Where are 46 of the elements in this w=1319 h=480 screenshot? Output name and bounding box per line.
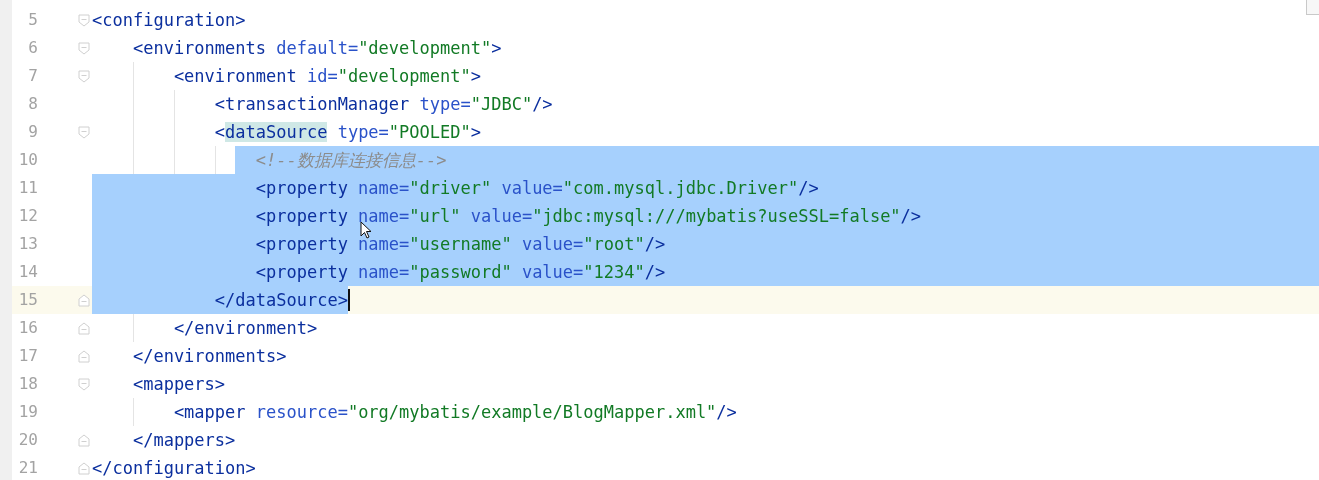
fold-marker-icon[interactable] xyxy=(78,41,90,55)
code-line: <property name="password" value="1234"/> xyxy=(255,261,666,284)
line-number: 7 xyxy=(27,65,38,87)
line-number: 21 xyxy=(17,457,38,479)
line-number: 9 xyxy=(27,121,38,143)
line-number: 16 xyxy=(17,317,38,339)
code-line: <dataSource type="POOLED"> xyxy=(214,121,481,144)
code-line: <configuration> xyxy=(92,9,246,32)
line-number: 6 xyxy=(27,37,38,59)
code-line: </environments> xyxy=(132,345,287,368)
code-comment: <!--数据库连接信息--> xyxy=(255,149,447,172)
code-line: <environment id="development"> xyxy=(173,65,481,88)
fold-marker-icon[interactable] xyxy=(78,321,90,335)
line-number: 17 xyxy=(17,345,38,367)
code-line: <environments default="development"> xyxy=(132,37,502,60)
line-number: 15 xyxy=(17,289,38,311)
line-number: 10 xyxy=(17,149,38,171)
mouse-pointer-icon xyxy=(360,221,372,239)
code-line: <transactionManager type="JDBC"/> xyxy=(214,93,553,116)
code-line: </configuration> xyxy=(92,457,256,480)
code-line: <property name="username" value="root"/> xyxy=(255,233,666,256)
fold-marker-icon[interactable] xyxy=(78,377,90,391)
scrollbar-thumb[interactable] xyxy=(1306,0,1319,15)
code-line: <mappers> xyxy=(132,373,226,396)
line-number: 13 xyxy=(17,233,38,255)
code-line: </environment> xyxy=(173,317,318,340)
code-line: <property name="driver" value="com.mysql.jdbc.Driver"/> xyxy=(255,177,819,200)
line-number: 20 xyxy=(17,429,38,451)
code-line: </mappers> xyxy=(132,429,236,452)
line-number: 8 xyxy=(27,93,38,115)
line-number: 5 xyxy=(27,9,38,31)
line-number: 18 xyxy=(17,373,38,395)
fold-marker-icon[interactable] xyxy=(78,13,90,27)
code-line: <mapper resource="org/mybatis/example/BlogMapper.xml"/> xyxy=(173,401,737,424)
line-number: 14 xyxy=(17,261,38,283)
line-number: 11 xyxy=(17,177,38,199)
code-line: <property name="url" value="jdbc:mysql:///mybatis?useSSL=false"/> xyxy=(255,205,922,228)
fold-marker-icon[interactable] xyxy=(78,349,90,363)
line-number: 19 xyxy=(17,401,38,423)
code-line: </dataSource> xyxy=(214,289,348,312)
fold-marker-icon[interactable] xyxy=(78,433,90,447)
fold-marker-icon[interactable] xyxy=(78,69,90,83)
fold-marker-icon[interactable] xyxy=(78,125,90,139)
line-number: 12 xyxy=(17,205,38,227)
fold-marker-icon[interactable] xyxy=(78,293,90,307)
fold-marker-icon[interactable] xyxy=(78,461,90,475)
